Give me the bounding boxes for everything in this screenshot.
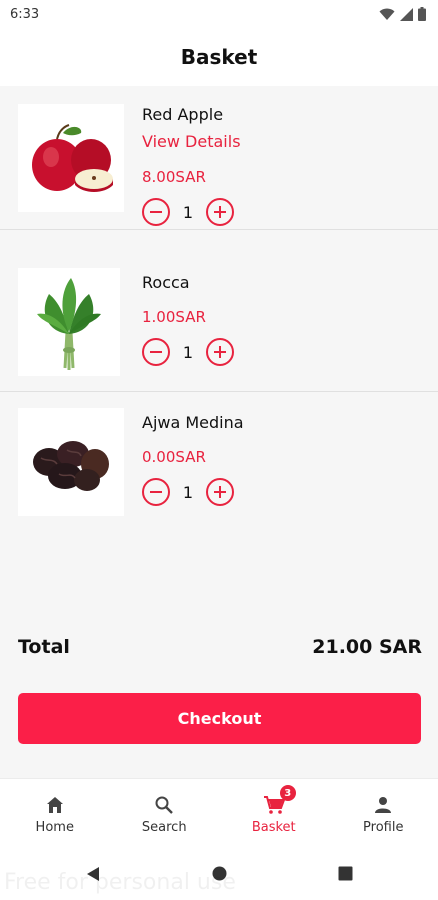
item-price: 1.00SAR [142, 308, 206, 326]
decrease-button[interactable] [142, 338, 170, 366]
minus-icon [150, 211, 162, 213]
decrease-button[interactable] [142, 198, 170, 226]
increase-button[interactable] [206, 478, 234, 506]
view-details-link[interactable]: View Details [142, 132, 241, 151]
increase-button[interactable] [206, 338, 234, 366]
product-image [18, 104, 124, 212]
total-value: 21.00 SAR [312, 636, 422, 658]
quantity-stepper: 1 [142, 478, 234, 506]
cart-badge: 3 [279, 785, 296, 801]
increase-button[interactable] [206, 198, 234, 226]
app-header: Basket [0, 28, 438, 86]
decrease-button[interactable] [142, 478, 170, 506]
battery-icon [418, 7, 426, 21]
plus-icon [214, 206, 226, 218]
bottom-nav: Home Search 3 Basket Profile [0, 778, 438, 848]
product-image [18, 408, 124, 516]
quantity-stepper: 1 [142, 198, 234, 226]
item-name: Rocca [142, 273, 190, 292]
rocca-image [37, 278, 101, 370]
nav-profile[interactable]: Profile [329, 779, 438, 848]
signal-icon [400, 7, 413, 21]
status-time: 6:33 [10, 6, 40, 22]
item-price: 0.00SAR [142, 448, 206, 466]
quantity-stepper: 1 [142, 338, 234, 366]
nav-home[interactable]: Home [0, 779, 110, 848]
checkout-button[interactable]: Checkout [18, 693, 421, 744]
apple-image [32, 124, 113, 192]
item-name: Red Apple [142, 105, 224, 124]
quantity-value: 1 [182, 202, 194, 222]
status-icons [379, 7, 426, 21]
nav-basket[interactable]: 3 Basket [219, 779, 329, 848]
nav-search-label: Search [141, 820, 187, 835]
basket-item-red-apple: Red Apple View Details 8.00SAR 1 [0, 90, 438, 230]
wifi-icon [379, 8, 395, 21]
person-icon [375, 797, 392, 813]
total-row: Total 21.00 SAR [18, 636, 422, 658]
product-image [18, 268, 120, 376]
nav-search[interactable]: Search [110, 779, 220, 848]
page-title: Basket [180, 45, 258, 69]
nav-home-label: Home [35, 820, 74, 835]
recents-icon[interactable] [338, 866, 353, 885]
total-label: Total [18, 636, 70, 658]
item-name: Ajwa Medina [142, 413, 244, 432]
plus-icon [214, 486, 226, 498]
minus-icon [150, 351, 162, 353]
search-icon [155, 796, 174, 814]
nav-basket-label: Basket [251, 820, 296, 835]
watermark: Free for personal use [4, 870, 236, 895]
basket-item-rocca: Rocca 1.00SAR 1 [0, 252, 438, 392]
dates-image [33, 441, 109, 491]
basket-item-ajwa-medina: Ajwa Medina 0.00SAR 1 [0, 392, 438, 532]
minus-icon [150, 491, 162, 493]
status-bar: 6:33 [0, 0, 438, 28]
nav-profile-label: Profile [363, 820, 404, 835]
quantity-value: 1 [182, 342, 194, 362]
plus-icon [214, 346, 226, 358]
home-icon [46, 797, 63, 813]
quantity-value: 1 [182, 482, 194, 502]
item-price: 8.00SAR [142, 168, 206, 186]
